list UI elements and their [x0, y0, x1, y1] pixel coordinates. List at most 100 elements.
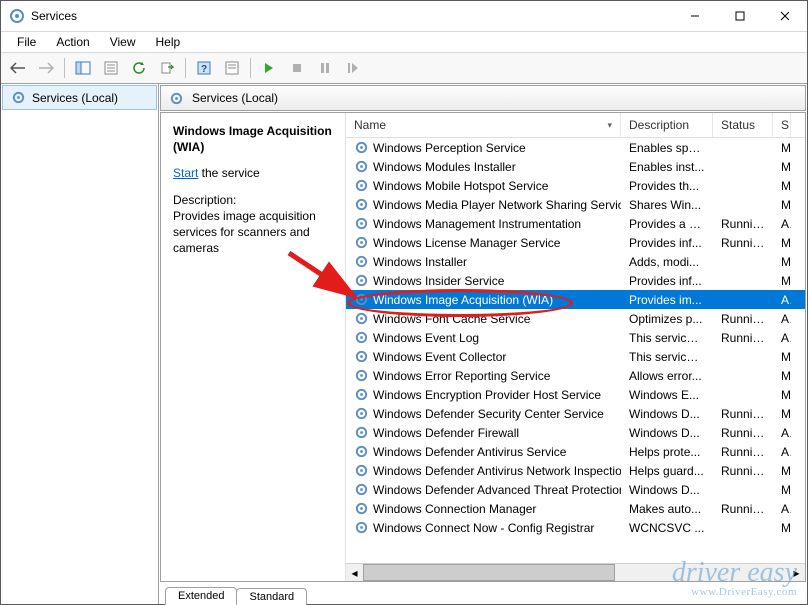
cell-description: Windows D... — [621, 483, 713, 497]
cell-startup: A — [773, 312, 791, 326]
scroll-left-icon[interactable]: ◂ — [346, 564, 363, 581]
table-row[interactable]: Windows Connection ManagerMakes auto...R… — [346, 499, 805, 518]
tab-extended[interactable]: Extended — [165, 587, 237, 605]
minimize-button[interactable] — [672, 1, 717, 31]
table-row[interactable]: Windows Defender Advanced Threat Protect… — [346, 480, 805, 499]
cell-startup: M — [773, 464, 791, 478]
table-row[interactable]: Windows Error Reporting ServiceAllows er… — [346, 366, 805, 385]
cell-name: Windows Event Collector — [346, 349, 621, 364]
cell-description: Provides inf... — [621, 274, 713, 288]
cell-startup: A — [773, 426, 791, 440]
table-row[interactable]: Windows Defender Antivirus Network Inspe… — [346, 461, 805, 480]
pause-service-button[interactable] — [312, 55, 338, 81]
table-row[interactable]: Windows Modules InstallerEnables inst...… — [346, 157, 805, 176]
cell-startup: M — [773, 350, 791, 364]
properties-button-2[interactable] — [219, 55, 245, 81]
cell-startup: M — [773, 521, 791, 535]
restart-service-button[interactable] — [340, 55, 366, 81]
menu-view[interactable]: View — [100, 33, 146, 51]
start-service-button[interactable] — [256, 55, 282, 81]
table-row[interactable]: Windows Defender FirewallWindows D...Run… — [346, 423, 805, 442]
table-row[interactable]: Windows Media Player Network Sharing Ser… — [346, 195, 805, 214]
refresh-button[interactable] — [126, 55, 152, 81]
cell-name: Windows Defender Advanced Threat Protect… — [346, 482, 621, 497]
table-row[interactable]: Windows Event CollectorThis service ...M — [346, 347, 805, 366]
cell-name: Windows Management Instrumentation — [346, 216, 621, 231]
cell-startup: M — [773, 198, 791, 212]
gear-icon — [354, 425, 369, 440]
cell-name: Windows Image Acquisition (WIA) — [346, 292, 621, 307]
cell-status: Running — [713, 407, 773, 421]
column-status[interactable]: Status — [713, 113, 773, 137]
table-row[interactable]: Windows Insider ServiceProvides inf...M — [346, 271, 805, 290]
properties-button[interactable] — [98, 55, 124, 81]
gear-icon — [354, 292, 369, 307]
menu-help[interactable]: Help — [146, 33, 191, 51]
table-row[interactable]: Windows Encryption Provider Host Service… — [346, 385, 805, 404]
horizontal-scrollbar[interactable]: ◂ ▸ — [346, 563, 805, 581]
table-row[interactable]: Windows Image Acquisition (WIA)Provides … — [346, 290, 805, 309]
tree-item-services-local[interactable]: Services (Local) — [2, 85, 157, 110]
info-pane: Windows Image Acquisition (WIA) Start th… — [161, 113, 346, 581]
table-row[interactable]: Windows Defender Antivirus ServiceHelps … — [346, 442, 805, 461]
cell-startup: M — [773, 179, 791, 193]
tab-standard[interactable]: Standard — [236, 588, 307, 605]
cell-status: Running — [713, 426, 773, 440]
column-description[interactable]: Description — [621, 113, 713, 137]
detail-header: Services (Local) — [160, 85, 806, 111]
cell-description: Helps prote... — [621, 445, 713, 459]
show-hide-tree-button[interactable] — [70, 55, 96, 81]
cell-startup: M — [773, 141, 791, 155]
cell-startup: M — [773, 236, 791, 250]
close-button[interactable] — [762, 1, 807, 31]
table-row[interactable]: Windows Font Cache ServiceOptimizes p...… — [346, 309, 805, 328]
help-button[interactable]: ? — [191, 55, 217, 81]
scrollbar-thumb[interactable] — [363, 564, 615, 581]
gear-icon — [354, 159, 369, 174]
cell-name: Windows License Manager Service — [346, 235, 621, 250]
cell-startup: M — [773, 369, 791, 383]
column-startup[interactable]: S — [773, 113, 791, 137]
table-row[interactable]: Windows InstallerAdds, modi...M — [346, 252, 805, 271]
cell-name: Windows Connect Now - Config Registrar — [346, 520, 621, 535]
gear-icon — [169, 91, 184, 106]
cell-status: Running — [713, 331, 773, 345]
titlebar: Services — [1, 1, 807, 32]
cell-description: Windows D... — [621, 426, 713, 440]
maximize-button[interactable] — [717, 1, 762, 31]
cell-name: Windows Event Log — [346, 330, 621, 345]
table-row[interactable]: Windows License Manager ServiceProvides … — [346, 233, 805, 252]
table-row[interactable]: Windows Connect Now - Config RegistrarWC… — [346, 518, 805, 537]
cell-description: Windows D... — [621, 407, 713, 421]
view-tabs: Extended Standard — [159, 582, 807, 604]
cell-description: Provides im... — [621, 293, 713, 307]
table-row[interactable]: Windows Management InstrumentationProvid… — [346, 214, 805, 233]
table-row[interactable]: Windows Perception ServiceEnables spa...… — [346, 138, 805, 157]
gear-icon — [354, 216, 369, 231]
scroll-right-icon[interactable]: ▸ — [788, 564, 805, 581]
start-link[interactable]: Start — [173, 166, 198, 180]
cell-description: Makes auto... — [621, 502, 713, 516]
menu-file[interactable]: File — [7, 33, 46, 51]
stop-service-button[interactable] — [284, 55, 310, 81]
start-service-line: Start the service — [173, 165, 333, 181]
sort-indicator-icon: ▾ — [607, 120, 612, 131]
description-text: Provides image acquisition services for … — [173, 208, 333, 257]
table-row[interactable]: Windows Defender Security Center Service… — [346, 404, 805, 423]
forward-button[interactable] — [33, 55, 59, 81]
export-list-button[interactable] — [154, 55, 180, 81]
services-app-icon — [9, 8, 25, 24]
cell-name: Windows Font Cache Service — [346, 311, 621, 326]
cell-name: Windows Defender Security Center Service — [346, 406, 621, 421]
cell-startup: M — [773, 388, 791, 402]
table-row[interactable]: Windows Mobile Hotspot ServiceProvides t… — [346, 176, 805, 195]
description-label: Description: — [173, 192, 333, 208]
back-button[interactable] — [5, 55, 31, 81]
menu-action[interactable]: Action — [46, 33, 99, 51]
cell-description: Optimizes p... — [621, 312, 713, 326]
table-row[interactable]: Windows Event LogThis service ...Running… — [346, 328, 805, 347]
gear-icon — [354, 330, 369, 345]
cell-description: Provides inf... — [621, 236, 713, 250]
selected-service-name: Windows Image Acquisition (WIA) — [173, 123, 333, 155]
column-name[interactable]: Name▾ — [346, 113, 621, 137]
